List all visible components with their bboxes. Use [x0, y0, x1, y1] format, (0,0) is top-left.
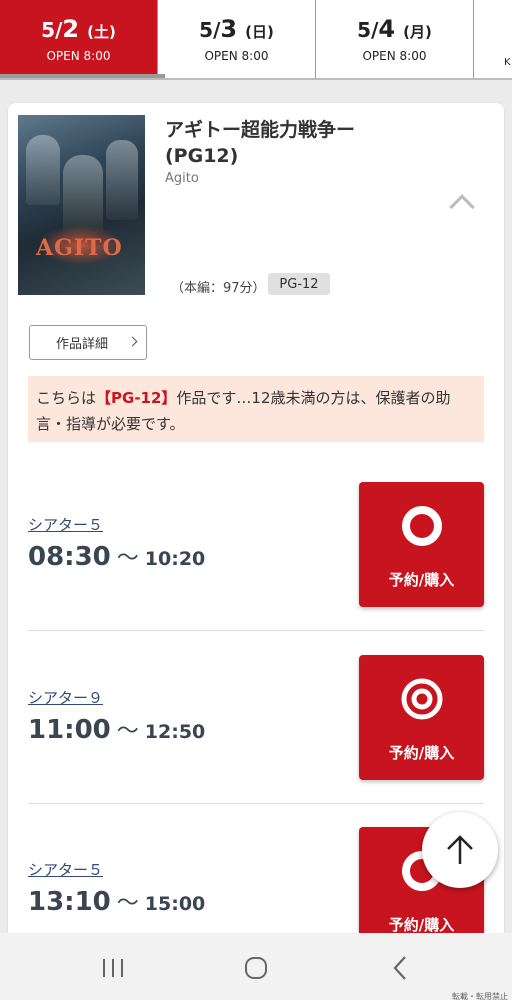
reserve-label: 予約/購入: [388, 571, 455, 589]
movie-detail-button[interactable]: 作品詳細: [29, 325, 147, 360]
rating-badge: PG-12: [268, 273, 330, 295]
reserve-label: 予約/購入: [388, 744, 455, 762]
showtime: 11:00 〜 12:50: [28, 715, 206, 745]
movie-subtitle: Agito: [165, 171, 199, 186]
chevron-right-icon: [127, 336, 138, 347]
system-nav-bar: 転載・転用禁止: [0, 933, 512, 1000]
divider: [28, 630, 484, 631]
notice-rating: 【PG-12】: [96, 389, 177, 407]
date-tab-next-partial[interactable]: K: [474, 0, 512, 78]
scroll-to-top-button[interactable]: [422, 812, 498, 888]
date-tab-0504[interactable]: 5/4 (月) OPEN 8:00: [316, 0, 474, 78]
date-tab-bar: 5/2 (土) OPEN 8:00 5/3 (日) OPEN 8:00 5/4 …: [0, 0, 512, 80]
showing-row: シアター９ 11:00 〜 12:50 予約/購入: [28, 655, 484, 780]
partial-tab-text: K: [504, 57, 511, 68]
open-time: OPEN 8:00: [204, 49, 269, 63]
movie-title: アギトー超能力戦争ー (PG12): [165, 119, 356, 167]
double-circle-icon: [400, 677, 444, 721]
divider: [28, 803, 484, 804]
showing-row: シアター５ 08:30 〜 10:20 予約/購入: [28, 482, 484, 607]
theater-link[interactable]: シアター９: [28, 687, 103, 708]
circle-icon: [400, 504, 444, 548]
poster-figure: [106, 140, 138, 220]
recent-apps-icon[interactable]: [98, 953, 128, 983]
date-tab-0502[interactable]: 5/2 (土) OPEN 8:00: [0, 0, 158, 78]
footer-note: 転載・転用禁止: [452, 992, 508, 1000]
date-label: 5/2: [41, 15, 80, 43]
poster-logo: AGITO: [36, 235, 123, 261]
runtime-label: （本編：97分）: [171, 281, 266, 296]
weekday-label: (日): [245, 23, 274, 41]
showtime: 08:30 〜 10:20: [28, 542, 206, 572]
weekday-label: (月): [403, 23, 432, 41]
home-icon[interactable]: [241, 953, 271, 983]
chevron-up-icon[interactable]: [449, 194, 475, 220]
reserve-button[interactable]: 予約/購入: [359, 482, 484, 607]
theater-link[interactable]: シアター５: [28, 859, 103, 880]
date-label: 5/3: [199, 15, 238, 43]
date-label: 5/4: [357, 15, 396, 43]
date-tab-0503[interactable]: 5/3 (日) OPEN 8:00: [158, 0, 316, 78]
theater-link[interactable]: シアター５: [28, 514, 103, 535]
back-icon[interactable]: [385, 953, 415, 983]
rating-notice: こちらは【PG-12】作品です…12歳未満の方は、保護者の助言・指導が必要です。: [28, 376, 484, 442]
poster-figure: [26, 135, 60, 205]
movie-poster[interactable]: AGITO: [18, 115, 145, 295]
reserve-label: 予約/購入: [388, 916, 455, 934]
detail-button-label: 作品詳細: [56, 337, 109, 352]
open-time: OPEN 8:00: [362, 49, 427, 63]
tab-scroll-indicator: [0, 74, 165, 78]
arrow-up-icon: [447, 835, 473, 864]
showtime: 13:10 〜 15:00: [28, 887, 206, 917]
reserve-button[interactable]: 予約/購入: [359, 655, 484, 780]
open-time: OPEN 8:00: [46, 49, 111, 63]
weekday-label: (土): [87, 23, 116, 41]
